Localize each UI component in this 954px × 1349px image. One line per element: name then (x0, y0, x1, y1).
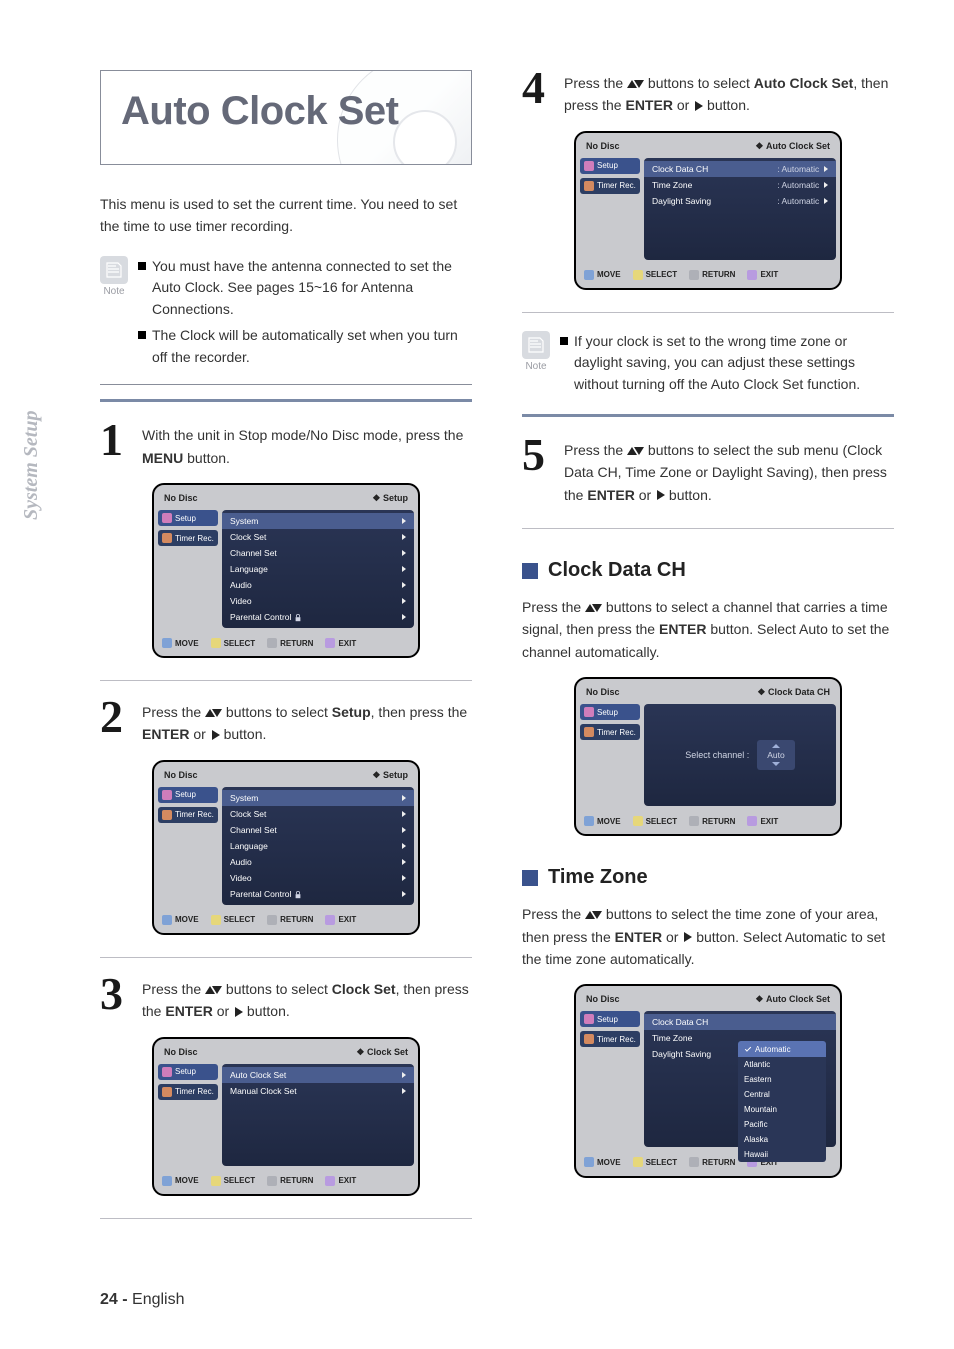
osd-row[interactable]: Clock Data CH: Automatic (644, 161, 836, 177)
bullet-icon (560, 337, 568, 345)
note-icon (100, 256, 128, 284)
clockdata-body: Press the buttons to select a channel th… (522, 596, 894, 663)
note-text-1: You must have the antenna connected to s… (152, 256, 472, 321)
osd-row[interactable]: Clock Set (222, 806, 414, 822)
divider (100, 957, 472, 958)
divider (100, 1218, 472, 1219)
osd-row[interactable]: Video (222, 870, 414, 886)
osd-tab-setup[interactable]: Setup (580, 158, 640, 174)
page-title: Auto Clock Set (121, 89, 451, 134)
step-number-4: 4 (522, 70, 552, 107)
osd-row[interactable]: System (222, 790, 414, 806)
right-icon (212, 730, 220, 740)
osd-row[interactable]: Auto Clock Set (222, 1067, 414, 1083)
page-footer: 24 - English (100, 1291, 185, 1309)
title-box: Auto Clock Set (100, 70, 472, 165)
divider-accent (100, 399, 472, 402)
section-heading-timezone: Time Zone (522, 866, 894, 889)
osd-row[interactable]: Clock Data CH (644, 1014, 836, 1030)
osd-timezone-dropdown[interactable]: Automatic Atlantic Eastern Central Mount… (738, 1041, 826, 1162)
divider (100, 384, 472, 385)
osd-timezone-menu: No Disc❖ Auto Clock Set Setup Timer Rec.… (574, 984, 842, 1178)
timezone-body: Press the buttons to select the time zon… (522, 903, 894, 970)
osd-row[interactable]: System (222, 513, 414, 529)
down-icon (212, 709, 222, 717)
note-label: Note (100, 286, 128, 297)
divider-accent (522, 414, 894, 417)
osd-row[interactable]: Channel Set (222, 822, 414, 838)
heading-square-icon (522, 870, 538, 886)
note-label: Note (522, 361, 550, 372)
osd-tab-timer[interactable]: Timer Rec. (158, 530, 218, 546)
note-icon (522, 331, 550, 359)
osd-row[interactable]: Audio (222, 854, 414, 870)
note-text-2: The Clock will be automatically set when… (152, 325, 472, 368)
osd-tab-timer[interactable]: Timer Rec. (158, 1084, 218, 1100)
osd-tab-timer[interactable]: Timer Rec. (580, 178, 640, 194)
sidebar-section-label: System Setup (20, 411, 43, 520)
section-heading-clockdata: Clock Data CH (522, 559, 894, 582)
osd-tab-setup[interactable]: Setup (580, 1011, 640, 1027)
divider (100, 680, 472, 681)
osd-row[interactable]: Channel Set (222, 545, 414, 561)
step-number-1: 1 (100, 422, 130, 459)
osd-channel-spinner[interactable]: Auto (757, 740, 795, 770)
step-text-3: Press the buttons to select Clock Set, t… (142, 976, 472, 1023)
bullet-icon (138, 331, 146, 339)
osd-row[interactable]: Clock Set (222, 529, 414, 545)
step-text-1: With the unit in Stop mode/No Disc mode,… (142, 422, 472, 469)
intro-paragraph: This menu is used to set the current tim… (100, 193, 472, 238)
osd-row[interactable]: Manual Clock Set (222, 1083, 414, 1099)
osd-row[interactable]: Time Zone: Automatic (644, 177, 836, 193)
osd-row[interactable]: Daylight Saving: Automatic (644, 193, 836, 209)
osd-row[interactable]: Parental Control (222, 609, 414, 625)
osd-row[interactable]: Video (222, 593, 414, 609)
osd-select-channel-label: Select channel : (685, 750, 749, 760)
osd-tab-setup[interactable]: Setup (158, 1064, 218, 1080)
osd-row[interactable]: Audio (222, 577, 414, 593)
osd-setup-menu-highlight: No Disc❖ Setup Setup Timer Rec. System C… (152, 760, 420, 935)
step-number-5: 5 (522, 437, 552, 474)
osd-clockdata-menu: No Disc❖ Clock Data CH Setup Timer Rec. … (574, 677, 842, 836)
osd-tab-setup[interactable]: Setup (158, 510, 218, 526)
note-text-right: If your clock is set to the wrong time z… (574, 331, 894, 396)
osd-tab-timer[interactable]: Timer Rec. (158, 807, 218, 823)
osd-autoclock-menu: No Disc❖ Auto Clock Set Setup Timer Rec.… (574, 131, 842, 290)
osd-setup-menu: No Disc❖ Setup Setup Timer Rec. System C… (152, 483, 420, 658)
osd-row[interactable]: Language (222, 561, 414, 577)
step-number-2: 2 (100, 699, 130, 736)
divider (522, 312, 894, 313)
osd-tab-setup[interactable]: Setup (580, 704, 640, 720)
osd-row[interactable]: Language (222, 838, 414, 854)
step-number-3: 3 (100, 976, 130, 1013)
osd-tab-timer[interactable]: Timer Rec. (580, 724, 640, 740)
step-text-4: Press the buttons to select Auto Clock S… (564, 70, 894, 117)
heading-square-icon (522, 563, 538, 579)
osd-clockset-menu: No Disc❖ Clock Set Setup Timer Rec. Auto… (152, 1037, 420, 1196)
osd-tab-setup[interactable]: Setup (158, 787, 218, 803)
osd-row[interactable]: Parental Control (222, 886, 414, 902)
step-text-2: Press the buttons to select Setup, then … (142, 699, 472, 746)
divider (522, 528, 894, 529)
osd-tab-timer[interactable]: Timer Rec. (580, 1031, 640, 1047)
bullet-icon (138, 262, 146, 270)
step-text-5: Press the buttons to select the sub menu… (564, 437, 894, 506)
